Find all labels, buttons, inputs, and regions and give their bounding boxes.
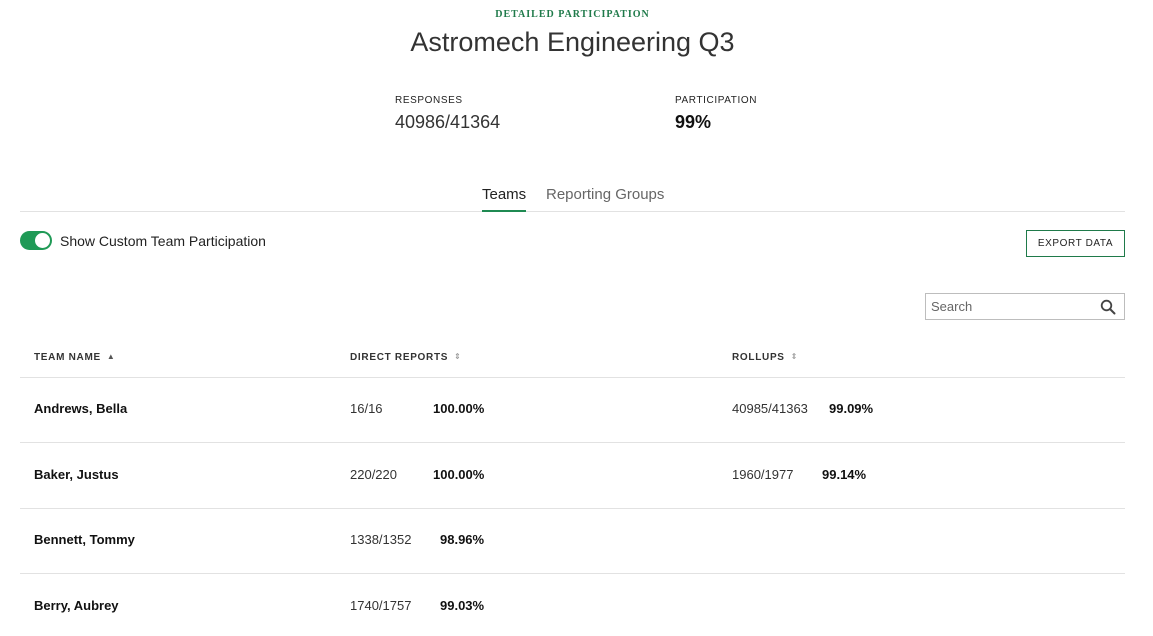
row-divider <box>20 442 1125 443</box>
responses-label: RESPONSES <box>395 95 463 106</box>
search-box <box>925 293 1125 320</box>
custom-team-participation-toggle[interactable] <box>20 231 52 250</box>
direct-reports-count: 1338/1352 <box>350 532 412 547</box>
direct-reports-count: 16/16 <box>350 401 383 416</box>
tab-reporting-groups[interactable]: Reporting Groups <box>546 186 664 210</box>
column-header-direct-reports[interactable]: DIRECT REPORTS ⇕ <box>350 352 462 363</box>
row-divider <box>20 508 1125 509</box>
row-divider <box>20 573 1125 574</box>
team-name-cell[interactable]: Baker, Justus <box>34 467 119 482</box>
direct-reports-percent: 100.00% <box>433 401 485 416</box>
tab-bar: Teams Reporting Groups <box>20 182 1125 212</box>
search-icon[interactable] <box>1100 299 1116 315</box>
page-eyebrow: DETAILED PARTICIPATION <box>495 9 650 20</box>
rollups-count: 40985/41363 <box>732 401 808 416</box>
team-name-cell[interactable]: Bennett, Tommy <box>34 532 135 547</box>
direct-reports-percent: 98.96% <box>440 532 485 547</box>
team-name-cell[interactable]: Andrews, Bella <box>34 401 127 416</box>
column-header-label: ROLLUPS <box>732 352 785 363</box>
direct-reports-percent: 100.00% <box>433 467 485 482</box>
direct-reports-count: 220/220 <box>350 467 397 482</box>
toggle-knob <box>35 233 50 248</box>
participation-value: 99% <box>675 112 712 132</box>
table-divider <box>20 377 1125 378</box>
direct-reports-percent: 99.03% <box>440 598 485 613</box>
participation-stat: PARTICIPATION 99% <box>675 95 757 133</box>
rollups-percent: 99.09% <box>829 401 874 416</box>
tab-teams[interactable]: Teams <box>482 186 527 212</box>
column-header-team-name[interactable]: TEAM NAME ▲ <box>34 352 115 363</box>
team-name-cell[interactable]: Berry, Aubrey <box>34 598 119 613</box>
column-header-label: DIRECT REPORTS <box>350 352 449 363</box>
search-input[interactable] <box>926 294 1096 319</box>
column-header-label: TEAM NAME <box>34 352 101 363</box>
column-header-rollups[interactable]: ROLLUPS ⇕ <box>732 352 798 363</box>
export-data-button[interactable]: EXPORT DATA <box>1026 230 1125 257</box>
participation-label: PARTICIPATION <box>675 95 758 106</box>
sort-icon: ⇕ <box>454 352 462 361</box>
direct-reports-count: 1740/1757 <box>350 598 412 613</box>
rollups-count: 1960/1977 <box>732 467 794 482</box>
sort-icon: ⇕ <box>790 352 799 361</box>
toggle-label: Show Custom Team Participation <box>60 233 266 249</box>
responses-stat: RESPONSES 40986/41364 <box>395 95 500 133</box>
sort-ascending-icon: ▲ <box>106 352 116 361</box>
rollups-percent: 99.14% <box>822 467 867 482</box>
responses-value: 40986/41364 <box>395 112 501 132</box>
page-title: Astromech Engineering Q3 <box>410 27 735 57</box>
